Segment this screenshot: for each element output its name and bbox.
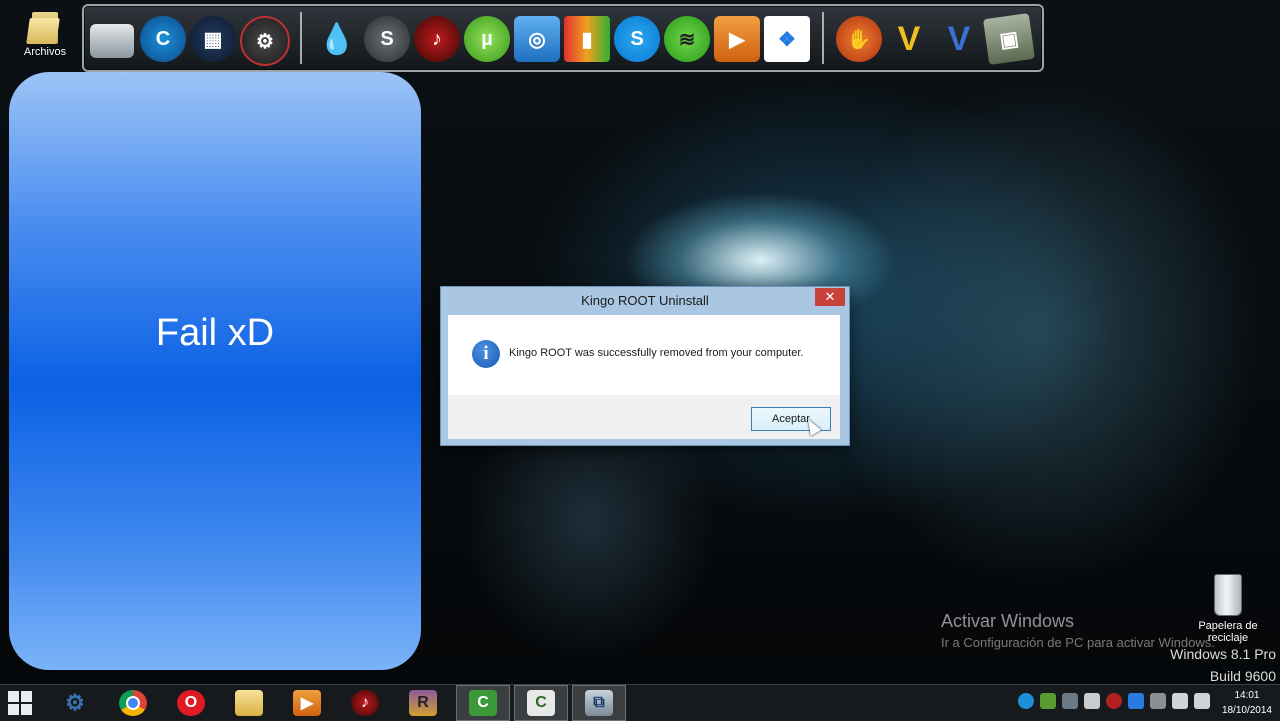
settings-gear-icon: ⚙ <box>65 690 85 715</box>
skype-icon[interactable]: S <box>614 16 660 62</box>
edition-name: Windows 8.1 Pro <box>1170 646 1276 662</box>
taskbar: ⚙ O ▶ ♪ R C C ⧉ 14:01 18/10/2014 <box>0 684 1280 721</box>
taskbar-clock[interactable]: 14:01 18/10/2014 <box>1222 688 1272 718</box>
camtasia-icon: C <box>469 690 497 716</box>
disc-app-icon[interactable]: ◎ <box>514 16 560 62</box>
winrar-icon: R <box>409 690 437 716</box>
dropbox-icon[interactable]: ❖ <box>764 16 810 62</box>
clock-time: 14:01 <box>1234 690 1260 701</box>
spotify-icon[interactable]: ≋ <box>664 16 710 62</box>
taskbar-music[interactable]: ♪ <box>338 685 392 721</box>
fail-overlay-panel: Fail xD <box>9 72 421 670</box>
taskbar-media[interactable]: ▶ <box>280 685 334 721</box>
vegas-v-icon[interactable]: V <box>886 16 932 62</box>
gear-game-icon[interactable]: ⚙ <box>240 16 290 66</box>
windows-edition: Windows 8.1 Pro Build 9600 <box>1170 643 1276 687</box>
message-area: i Kingo ROOT was successfully removed fr… <box>448 315 840 395</box>
activation-title: Activar Windows <box>941 611 1075 631</box>
steam-icon[interactable]: S <box>364 16 410 62</box>
tray-sync-icon[interactable] <box>1150 693 1166 709</box>
tray-dropbox-icon[interactable] <box>1128 693 1144 709</box>
taskbar-opera[interactable]: O <box>164 685 218 721</box>
taskbar-explorer[interactable] <box>222 685 276 721</box>
opera-icon: O <box>177 690 205 716</box>
desktop-folder-archivos[interactable]: Archivos <box>14 8 76 58</box>
tray-network-icon[interactable] <box>1172 693 1188 709</box>
music-disc-icon: ♪ <box>351 690 379 716</box>
clock-date: 18/10/2014 <box>1221 705 1272 716</box>
media-player-icon[interactable]: ▶ <box>714 16 760 62</box>
ccleaner-icon[interactable]: C <box>140 16 186 62</box>
color-grid-icon[interactable]: ▦ <box>190 16 236 62</box>
video-v-icon[interactable]: V <box>936 16 982 62</box>
installer-icon: ⧉ <box>585 690 613 716</box>
dialog-message: Kingo ROOT was successfully removed from… <box>509 347 804 359</box>
dialog-titlebar[interactable]: Kingo ROOT Uninstall ✕ <box>441 287 849 315</box>
dialog-title: Kingo ROOT Uninstall <box>581 293 709 308</box>
camtasia-icon[interactable]: ▣ <box>983 13 1035 65</box>
panel-caption: Fail xD <box>155 312 275 354</box>
dock-separator <box>822 12 824 64</box>
utorrent-icon[interactable]: µ <box>464 16 510 62</box>
taskbar-camtasia[interactable]: C <box>456 685 510 721</box>
taskbar-camtasia-recorder[interactable]: C <box>514 685 568 721</box>
dock-separator <box>300 12 302 64</box>
media-player-icon: ▶ <box>293 690 321 716</box>
paw-app-icon[interactable]: ✋ <box>836 16 882 62</box>
folder-icon <box>26 8 62 44</box>
taskbar-chrome[interactable] <box>106 685 160 721</box>
system-tray <box>1018 693 1210 713</box>
dialog-footer: Aceptar <box>448 395 840 439</box>
tray-volume-icon[interactable] <box>1194 693 1210 709</box>
tray-flag-icon[interactable] <box>1084 693 1100 709</box>
folder-label: Archivos <box>23 46 67 58</box>
file-explorer-icon <box>235 690 263 716</box>
tray-app-icon[interactable] <box>1040 693 1056 709</box>
tray-monitor-icon[interactable] <box>1062 693 1078 709</box>
start-icon[interactable] <box>8 691 32 715</box>
recycle-bin-label: Papelera de reciclaje <box>1198 620 1258 644</box>
kingo-uninstall-dialog: Kingo ROOT Uninstall ✕ i Kingo ROOT was … <box>440 286 850 446</box>
desktop-recycle-bin[interactable]: Papelera de reciclaje <box>1192 574 1264 644</box>
taskbar-settings[interactable]: ⚙ <box>48 685 102 721</box>
info-icon: i <box>472 340 500 368</box>
taskbar-winrar[interactable]: R <box>396 685 450 721</box>
taskbar-installer[interactable]: ⧉ <box>572 685 626 721</box>
close-button[interactable]: ✕ <box>815 288 845 306</box>
blocks-app-icon[interactable]: ▮ <box>564 16 610 62</box>
tray-ccleaner-icon[interactable] <box>1018 693 1034 709</box>
dialog-body: i Kingo ROOT was successfully removed fr… <box>448 315 840 439</box>
app-dock: C ▦ ⚙ 💧 S ♪ µ ◎ ▮ S ≋ ▶ ❖ ✋ V V ▣ <box>82 4 1044 72</box>
chrome-icon <box>119 690 147 716</box>
recycle-bin-icon <box>1214 574 1242 616</box>
camtasia-recorder-icon: C <box>527 690 555 716</box>
music-disc-icon[interactable]: ♪ <box>414 16 460 62</box>
drive-icon[interactable] <box>90 24 134 58</box>
tray-record-icon[interactable] <box>1106 693 1122 709</box>
water-drop-icon[interactable]: 💧 <box>314 16 360 62</box>
